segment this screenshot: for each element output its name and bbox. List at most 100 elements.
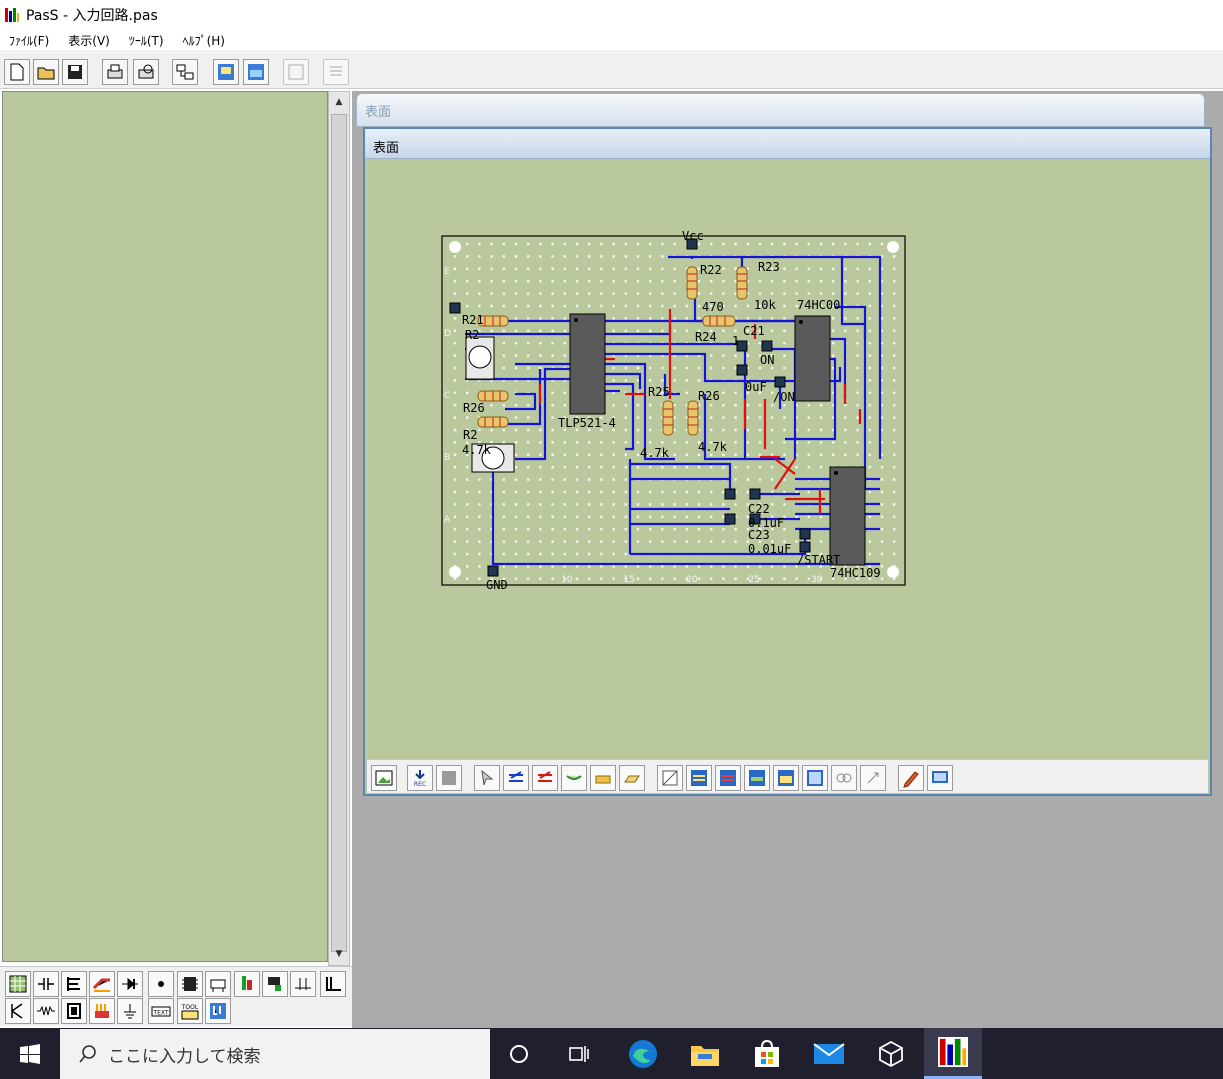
row-label: B <box>444 453 450 463</box>
file-explorer-button[interactable] <box>676 1028 734 1079</box>
3d-viewer-icon <box>879 1040 903 1067</box>
vertical-scrollbar[interactable]: ▲ ▼ <box>328 91 350 966</box>
view-1-button[interactable] <box>657 765 683 791</box>
board-view-button[interactable] <box>213 59 239 85</box>
board-toolbar: REC <box>367 759 1208 793</box>
pencil-button[interactable] <box>898 765 924 791</box>
usb-button[interactable] <box>205 998 231 1024</box>
edge-icon <box>629 1039 657 1068</box>
front-window-titlebar[interactable]: 表面 <box>365 129 1210 159</box>
view-3-button[interactable] <box>715 765 741 791</box>
front-document-window[interactable]: 表面 Vcc R22 R23 470 10k 74HC00 R24 C21 1 … <box>363 127 1212 796</box>
resistor-left3 <box>477 416 509 428</box>
view-5-button[interactable] <box>773 765 799 791</box>
menu-tools[interactable]: ﾂｰﾙ(T) <box>129 32 164 49</box>
menu-bar: ﾌｧｲﾙ(F) 表示(V) ﾂｰﾙ(T) ﾍﾙﾌﾟ(H) <box>0 30 1223 52</box>
transistor-button[interactable] <box>262 971 288 997</box>
task-view-icon <box>569 1045 589 1062</box>
search-placeholder: ここに入力して検索 <box>108 1046 261 1067</box>
board-view2-icon <box>248 64 264 80</box>
menu-view[interactable]: 表示(V) <box>68 32 110 49</box>
jumper-dot-button[interactable] <box>148 971 174 997</box>
report-button[interactable] <box>323 59 349 85</box>
view-2-button[interactable] <box>686 765 712 791</box>
mount-hole <box>449 566 461 578</box>
led-button[interactable] <box>234 971 260 997</box>
label-c22: C22 <box>748 502 770 516</box>
resistor-button[interactable] <box>33 998 59 1024</box>
view-arrow-icon <box>867 772 879 784</box>
print-icon <box>107 64 123 79</box>
label-c21: C21 <box>743 324 765 338</box>
store-icon <box>755 1039 779 1067</box>
layer-yellow-icon <box>595 775 611 784</box>
layer-2-button[interactable] <box>532 765 558 791</box>
select-tool-button[interactable] <box>474 765 500 791</box>
board-canvas[interactable]: Vcc R22 R23 470 10k 74HC00 R24 C21 1 ON … <box>365 159 1210 759</box>
monitor-button[interactable] <box>927 765 953 791</box>
layer-5-button[interactable] <box>619 765 645 791</box>
stop-button[interactable] <box>436 765 462 791</box>
connector-button[interactable] <box>61 971 87 997</box>
pin-header-button[interactable] <box>290 971 316 997</box>
switch-button[interactable] <box>205 971 231 997</box>
edge-button[interactable] <box>614 1028 672 1079</box>
mail-button[interactable] <box>800 1028 858 1079</box>
pass-taskbar-button[interactable] <box>924 1028 982 1079</box>
cortana-icon <box>510 1044 528 1063</box>
socket-button[interactable] <box>320 971 346 997</box>
task-view-button[interactable] <box>550 1028 608 1079</box>
wire-button[interactable] <box>5 998 31 1024</box>
circuit-board[interactable]: Vcc R22 R23 470 10k 74HC00 R24 C21 1 ON … <box>365 159 1210 759</box>
start-button[interactable] <box>0 1028 60 1079</box>
menu-help[interactable]: ﾍﾙﾌﾟ(H) <box>183 32 225 49</box>
open-folder-icon <box>37 67 55 80</box>
print-button[interactable] <box>102 59 128 85</box>
netlist-button[interactable] <box>283 59 309 85</box>
layer-3-button[interactable] <box>561 765 587 791</box>
search-box[interactable]: ここに入力して検索 <box>60 1029 490 1079</box>
pcb-grid-button[interactable] <box>5 971 31 997</box>
column-label: 10 <box>561 575 573 585</box>
view-7-button[interactable] <box>831 765 857 791</box>
scroll-up-arrow-icon[interactable]: ▲ <box>331 93 347 111</box>
view-4-button[interactable] <box>744 765 770 791</box>
relay-button[interactable] <box>61 998 87 1024</box>
save-button[interactable] <box>62 59 88 85</box>
menu-file[interactable]: ﾌｧｲﾙ(F) <box>9 32 49 49</box>
ic-button[interactable] <box>177 971 203 997</box>
capacitor-button[interactable] <box>33 971 59 997</box>
resistor-color-icon <box>92 978 110 992</box>
parts-list-button[interactable] <box>172 59 198 85</box>
cortana-button[interactable] <box>490 1028 548 1079</box>
mount-hole <box>887 566 899 578</box>
row-label: E <box>444 267 450 277</box>
new-file-button[interactable] <box>4 59 30 85</box>
row-label: D <box>444 329 451 339</box>
open-button[interactable] <box>33 59 59 85</box>
column-label: 20 <box>686 575 698 585</box>
socket-icon <box>326 977 341 991</box>
label-74hc00: 74HC00 <box>797 298 840 312</box>
3d-viewer-button[interactable] <box>862 1028 920 1079</box>
diode-button[interactable] <box>117 971 143 997</box>
resistor-color-button[interactable] <box>89 971 115 997</box>
tool-button[interactable]: TOOL <box>177 998 203 1024</box>
board-image-button[interactable] <box>371 765 397 791</box>
text-button[interactable]: TEXT <box>148 998 174 1024</box>
parts-panel[interactable] <box>2 91 328 962</box>
view-6-button[interactable] <box>802 765 828 791</box>
print-preview-button[interactable] <box>133 59 159 85</box>
view-board-icon <box>807 770 823 786</box>
board-view2-button[interactable] <box>243 59 269 85</box>
scroll-down-arrow-icon[interactable]: ▼ <box>331 945 347 963</box>
layer-4-button[interactable] <box>590 765 616 791</box>
back-document-window[interactable]: 表面 <box>356 93 1205 127</box>
scroll-thumb[interactable] <box>331 114 347 952</box>
sip-button[interactable] <box>89 998 115 1024</box>
store-button[interactable] <box>738 1028 796 1079</box>
view-8-button[interactable] <box>860 765 886 791</box>
ground-button[interactable] <box>117 998 143 1024</box>
record-button[interactable]: REC <box>407 765 433 791</box>
layer-1-button[interactable] <box>503 765 529 791</box>
